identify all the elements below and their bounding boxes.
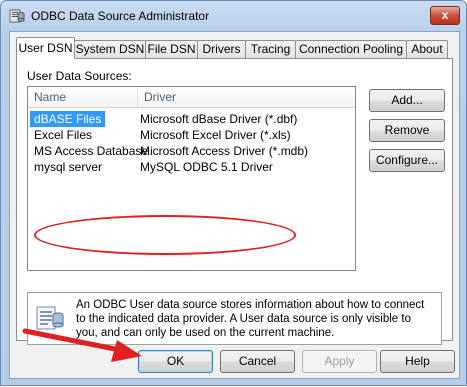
title-bar[interactable]: ODBC Data Source Administrator x bbox=[1, 1, 466, 31]
cancel-button-label: Cancel bbox=[238, 354, 277, 368]
list-row[interactable]: Excel Files Microsoft Excel Driver (*.xl… bbox=[28, 127, 355, 143]
user-dsn-panel: User Data Sources: Name Driver dBASE Fil… bbox=[16, 58, 453, 345]
tab-label: System DSN bbox=[75, 42, 145, 56]
column-header-driver[interactable]: Driver bbox=[138, 87, 344, 107]
row-driver: Microsoft Excel Driver (*.xls) bbox=[140, 128, 291, 142]
tab-label: User DSN bbox=[18, 41, 73, 55]
add-button[interactable]: Add... bbox=[369, 89, 445, 112]
odbc-window: ODBC Data Source Administrator x User DS… bbox=[0, 0, 467, 386]
close-button[interactable]: x bbox=[430, 6, 460, 25]
tab-about[interactable]: About bbox=[406, 40, 448, 58]
user-data-sources-label: User Data Sources: bbox=[27, 69, 132, 83]
help-button[interactable]: Help bbox=[380, 350, 455, 373]
row-driver: MySQL ODBC 5.1 Driver bbox=[140, 160, 273, 174]
list-row[interactable]: mysql server MySQL ODBC 5.1 Driver bbox=[28, 159, 355, 175]
configure-button-label: Configure... bbox=[375, 153, 439, 167]
column-header-name[interactable]: Name bbox=[28, 87, 138, 107]
data-source-info-icon bbox=[36, 306, 64, 330]
tab-user-dsn[interactable]: User DSN bbox=[16, 37, 75, 59]
tab-system-dsn[interactable]: System DSN bbox=[74, 40, 146, 58]
tab-file-dsn[interactable]: File DSN bbox=[145, 40, 198, 58]
list-row[interactable]: dBASE Files Microsoft dBase Driver (*.db… bbox=[28, 111, 355, 127]
tab-drivers[interactable]: Drivers bbox=[197, 40, 246, 58]
tab-label: About bbox=[411, 42, 443, 56]
apply-button-label: Apply bbox=[324, 354, 355, 368]
help-button-label: Help bbox=[405, 354, 430, 368]
odbc-app-icon bbox=[9, 9, 25, 23]
list-header: Name Driver bbox=[28, 87, 355, 108]
info-box: An ODBC User data source stores informat… bbox=[27, 292, 442, 345]
info-text: An ODBC User data source stores informat… bbox=[76, 299, 425, 339]
row-name: MS Access Database bbox=[34, 144, 149, 158]
data-source-list[interactable]: Name Driver dBASE Files Microsoft dBase … bbox=[27, 86, 356, 271]
tab-label: Drivers bbox=[202, 42, 241, 56]
row-name: Excel Files bbox=[34, 128, 93, 142]
remove-button[interactable]: Remove bbox=[369, 119, 445, 142]
ok-button[interactable]: OK bbox=[138, 350, 213, 373]
cancel-button[interactable]: Cancel bbox=[220, 350, 295, 373]
row-name: mysql server bbox=[34, 160, 103, 174]
tab-label: Connection Pooling bbox=[298, 42, 404, 56]
list-row[interactable]: MS Access Database Microsoft Access Driv… bbox=[28, 143, 355, 159]
configure-button[interactable]: Configure... bbox=[369, 149, 445, 172]
row-driver: Microsoft Access Driver (*.mdb) bbox=[140, 144, 309, 158]
remove-button-label: Remove bbox=[384, 123, 430, 137]
row-name: dBASE Files bbox=[30, 111, 106, 127]
close-icon: x bbox=[441, 8, 449, 22]
add-button-label: Add... bbox=[391, 93, 423, 107]
tab-tracing[interactable]: Tracing bbox=[245, 40, 296, 58]
tab-label: Tracing bbox=[250, 42, 291, 56]
dialog-client: User DSN System DSN File DSN Drivers Tra… bbox=[9, 31, 460, 379]
apply-button: Apply bbox=[302, 350, 377, 373]
tab-connection-pooling[interactable]: Connection Pooling bbox=[295, 40, 407, 58]
ok-button-label: OK bbox=[166, 354, 185, 368]
tab-label: File DSN bbox=[147, 42, 196, 56]
row-driver: Microsoft dBase Driver (*.dbf) bbox=[140, 112, 298, 126]
window-title: ODBC Data Source Administrator bbox=[31, 9, 210, 23]
